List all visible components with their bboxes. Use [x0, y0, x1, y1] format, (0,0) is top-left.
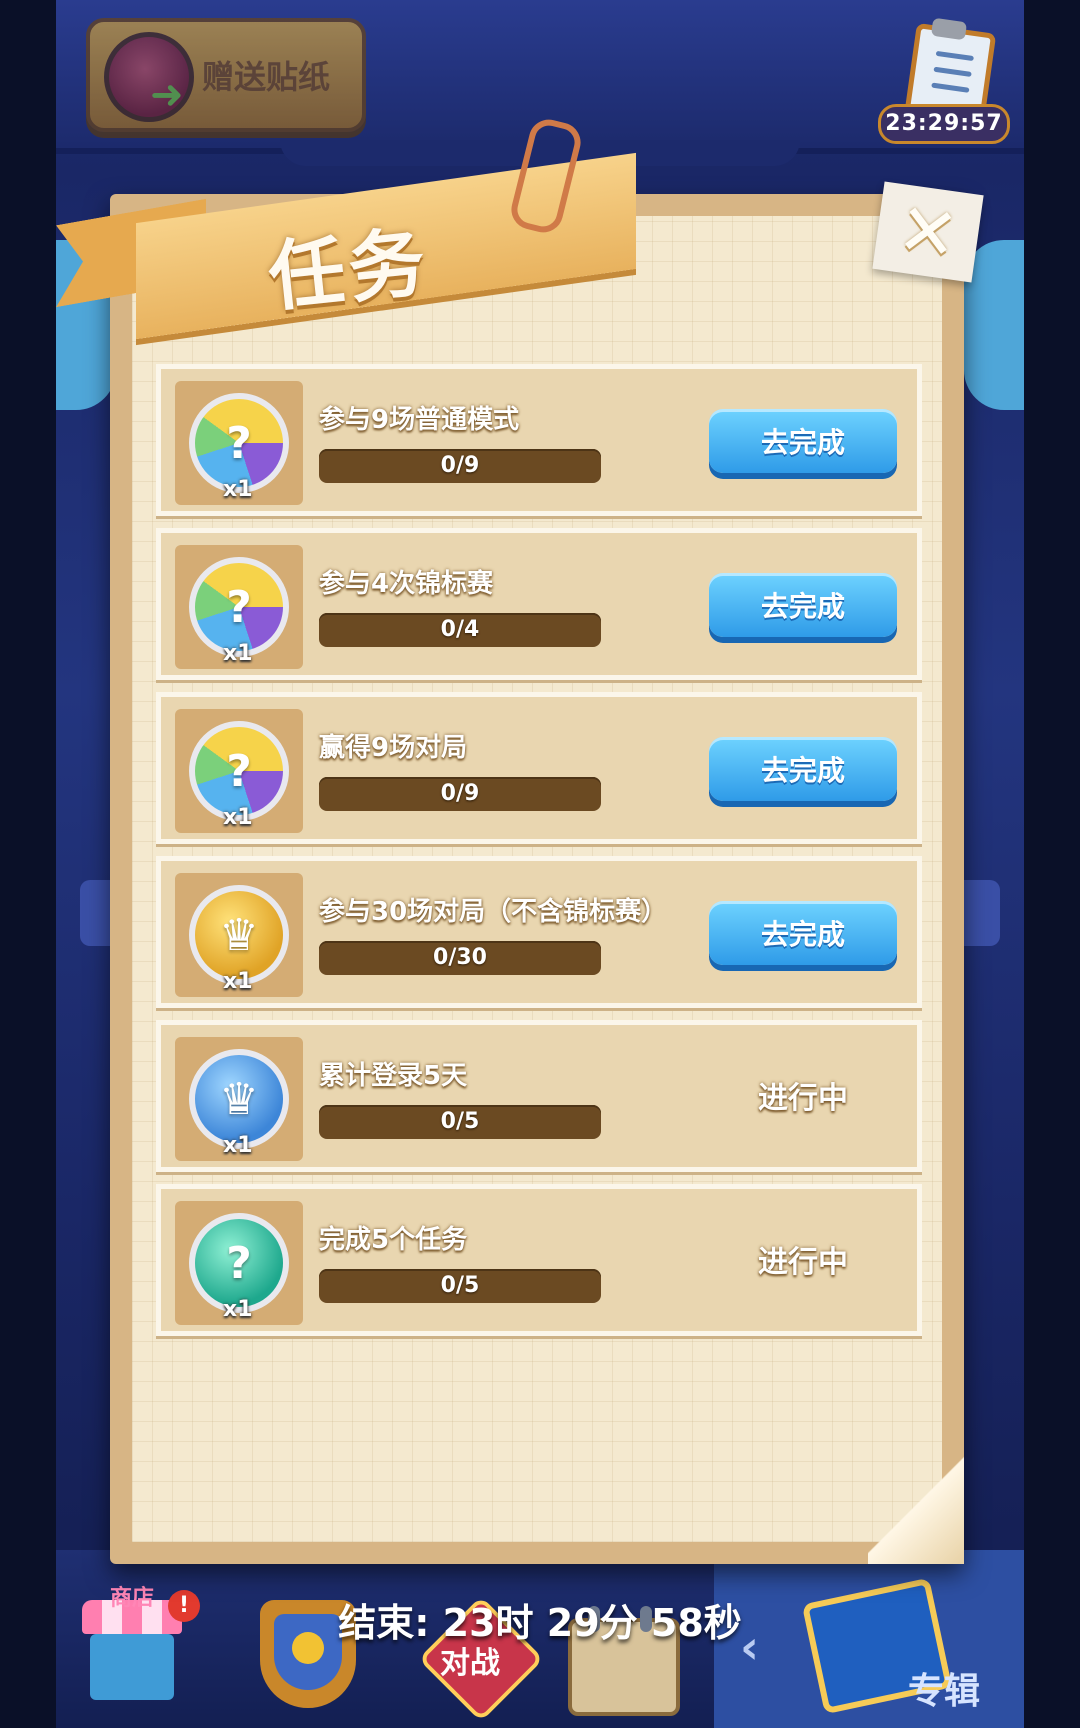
clipboard-line — [933, 66, 972, 77]
task-row: ? x1 参与9场普通模式 0/9 去完成 — [156, 364, 922, 516]
task-status: 进行中 — [758, 1081, 848, 1116]
gift-sticker-label: 赠送贴纸 — [202, 58, 331, 96]
sticker-glyph: ? — [226, 417, 252, 469]
task-progress-text: 0/9 — [440, 453, 480, 478]
task-title: 参与4次锦标赛 — [319, 569, 494, 599]
sticker-glyph: ♛ — [219, 1073, 259, 1125]
task-title: 赢得9场对局 — [319, 733, 468, 763]
gift-sticker-button[interactable]: ➜ 赠送贴纸 — [86, 18, 366, 132]
album-tab-label: 专辑 — [907, 1671, 980, 1712]
task-progress-text: 0/4 — [440, 617, 480, 642]
left-letterbox — [0, 0, 56, 1728]
panel-title: 任务 — [264, 216, 433, 323]
close-icon: ✕ — [892, 186, 964, 278]
clipboard-line — [935, 50, 974, 62]
reward-quantity: x1 — [223, 1133, 253, 1158]
task-row: ? x1 完成5个任务 0/5 进行中 — [156, 1184, 922, 1336]
reward-quantity: x1 — [223, 1297, 253, 1322]
clipboard-line — [931, 82, 970, 93]
reward-box: ♛ x1 — [175, 1037, 303, 1161]
task-title: 累计登录5天 — [319, 1061, 468, 1091]
go-complete-button[interactable]: 去完成 — [709, 737, 897, 801]
task-progress-bar: 0/9 — [319, 449, 601, 483]
task-row: ♛ x1 参与30场对局（不含锦标赛） 0/30 去完成 — [156, 856, 922, 1008]
task-title: 完成5个任务 — [319, 1225, 468, 1255]
task-row: ? x1 赢得9场对局 0/9 去完成 — [156, 692, 922, 844]
sticker-glyph: ? — [226, 745, 252, 797]
page-curl-corner — [868, 1444, 964, 1564]
task-list: ? x1 参与9场普通模式 0/9 去完成? x1 参与4次锦标赛 0/4 去完成? x1 赢得9场… — [156, 364, 922, 1348]
go-complete-button[interactable]: 去完成 — [709, 573, 897, 637]
right-letterbox — [1024, 0, 1080, 1728]
sticker-glyph: ? — [226, 1237, 252, 1289]
task-progress-bar: 0/4 — [319, 613, 601, 647]
sticker-glyph: ? — [226, 581, 252, 633]
reward-quantity: x1 — [223, 805, 253, 830]
sticker-glyph: ♛ — [219, 909, 259, 961]
task-clipboard-icon[interactable] — [896, 14, 997, 130]
reward-quantity: x1 — [223, 477, 253, 502]
task-status: 进行中 — [758, 1245, 848, 1280]
task-progress-bar: 0/30 — [319, 941, 601, 975]
task-title: 参与30场对局（不含锦标赛） — [319, 897, 668, 927]
close-button[interactable]: ✕ — [872, 181, 984, 283]
task-progress-bar: 0/5 — [319, 1105, 601, 1139]
reward-quantity: x1 — [223, 641, 253, 666]
go-complete-button[interactable]: 去完成 — [709, 409, 897, 473]
task-progress-text: 0/5 — [440, 1273, 480, 1298]
send-arrow-icon: ➜ — [150, 72, 184, 118]
reward-box: ♛ x1 — [175, 873, 303, 997]
task-progress-text: 0/9 — [440, 781, 480, 806]
task-row: ♛ x1 累计登录5天 0/5 进行中 — [156, 1020, 922, 1172]
task-progress-bar: 0/5 — [319, 1269, 601, 1303]
reward-box: ? x1 — [175, 545, 303, 669]
reward-box: ? x1 — [175, 709, 303, 833]
event-end-countdown: 结束: 23时 29分 58秒 — [338, 1601, 742, 1645]
task-progress-text: 0/5 — [440, 1109, 480, 1134]
task-progress-text: 0/30 — [433, 945, 487, 970]
go-complete-button[interactable]: 去完成 — [709, 901, 897, 965]
task-title: 参与9场普通模式 — [319, 405, 520, 435]
reward-quantity: x1 — [223, 969, 253, 994]
task-row: ? x1 参与4次锦标赛 0/4 去完成 — [156, 528, 922, 680]
task-timer: 23:29:57 — [878, 104, 1010, 144]
task-progress-bar: 0/9 — [319, 777, 601, 811]
reward-box: ? x1 — [175, 1201, 303, 1325]
reward-box: ? x1 — [175, 381, 303, 505]
